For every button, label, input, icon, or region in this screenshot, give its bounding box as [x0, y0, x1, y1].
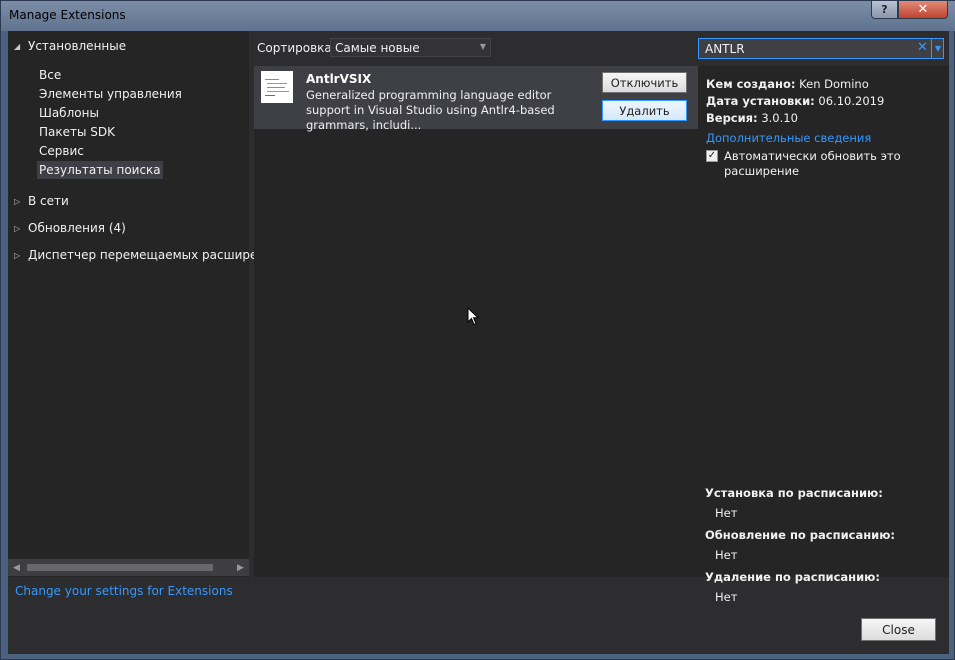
- help-icon: ?: [881, 3, 888, 16]
- extension-description: Generalized programming language editor …: [306, 88, 555, 132]
- search-input[interactable]: ANTLR ✕ ▼: [698, 38, 944, 59]
- window-title: Manage Extensions: [9, 8, 126, 22]
- close-icon: ✕: [917, 2, 929, 17]
- collapsed-arrow-icon[interactable]: ▷: [14, 197, 28, 206]
- change-settings-link[interactable]: Change your settings for Extensions: [15, 584, 233, 598]
- tree-node-label: Обновления (4): [28, 221, 126, 235]
- scheduled-update-label: Обновление по расписанию:: [705, 528, 895, 542]
- created-by: Кем создано: Ken Domino: [706, 77, 869, 91]
- category-tree: ◢ Установленные Все Элементы управления …: [8, 31, 273, 577]
- window-close-button[interactable]: ✕: [898, 1, 948, 19]
- sidebar-item-controls[interactable]: Элементы управления: [37, 85, 184, 103]
- sidebar-item-all[interactable]: Все: [37, 66, 63, 84]
- horizontal-scrollbar[interactable]: ◀ ▶: [8, 559, 249, 576]
- remove-button[interactable]: Удалить: [602, 100, 687, 121]
- chevron-down-icon: ▼: [479, 42, 486, 51]
- scheduled-install-label: Установка по расписанию:: [705, 486, 883, 500]
- extension-logo-icon: [261, 71, 293, 103]
- more-info-link[interactable]: Дополнительные сведения: [706, 131, 871, 145]
- install-date: Дата установки: 06.10.2019: [706, 94, 885, 108]
- tree-node-label: В сети: [28, 194, 69, 208]
- collapsed-arrow-icon[interactable]: ▷: [14, 224, 28, 233]
- extension-name: AntlrVSIX: [306, 72, 372, 86]
- sidebar-item-sdk[interactable]: Пакеты SDK: [37, 123, 117, 141]
- scheduled-remove-value: Нет: [715, 590, 738, 604]
- tree-node-label: Диспетчер перемещаемых расширени: [28, 248, 274, 262]
- tree-node-roaming[interactable]: ▷ Диспетчер перемещаемых расширени: [14, 248, 273, 262]
- auto-update-label[interactable]: Автоматически обновить это расширение: [724, 149, 924, 179]
- tree-node-label: Установленные: [28, 39, 127, 53]
- sort-dropdown[interactable]: Самые новые ▼: [330, 38, 491, 57]
- search-value: ANTLR: [705, 42, 745, 56]
- mouse-cursor-icon: [467, 307, 479, 326]
- checkmark-icon: ✓: [707, 150, 717, 161]
- sort-value: Самые новые: [335, 41, 420, 55]
- version: Версия: 3.0.10: [706, 111, 798, 125]
- extension-list-item[interactable]: AntlrVSIX Generalized programming langua…: [254, 66, 700, 132]
- scheduled-remove-label: Удаление по расписанию:: [705, 570, 880, 584]
- scrollbar-thumb[interactable]: [27, 564, 213, 571]
- sidebar-item-templates[interactable]: Шаблоны: [37, 104, 101, 122]
- sort-label: Сортировка:: [257, 41, 336, 55]
- tree-node-online[interactable]: ▷ В сети: [14, 194, 69, 208]
- scheduled-update-value: Нет: [715, 548, 738, 562]
- help-button[interactable]: ?: [871, 1, 898, 19]
- manage-extensions-window: Manage Extensions ? ✕ ◢ Установленные Вс…: [0, 0, 955, 660]
- auto-update-checkbox[interactable]: ✓: [706, 150, 718, 162]
- search-dropdown-icon[interactable]: ▼: [931, 39, 944, 58]
- extension-details: Кем создано: Ken Domino Дата установки: …: [698, 66, 949, 604]
- collapsed-arrow-icon[interactable]: ▷: [14, 251, 28, 260]
- tree-node-installed[interactable]: ◢ Установленные: [14, 39, 126, 53]
- sidebar-item-tools[interactable]: Сервис: [37, 142, 86, 160]
- tree-node-updates[interactable]: ▷ Обновления (4): [14, 221, 126, 235]
- title-bar[interactable]: Manage Extensions: [1, 1, 955, 31]
- dialog-content: ◢ Установленные Все Элементы управления …: [8, 31, 949, 654]
- clear-search-icon[interactable]: ✕: [917, 40, 928, 55]
- scroll-right-icon[interactable]: ▶: [232, 559, 249, 576]
- sidebar-item-search-results[interactable]: Результаты поиска: [37, 161, 163, 179]
- expanded-arrow-icon[interactable]: ◢: [14, 42, 28, 51]
- scroll-left-icon[interactable]: ◀: [8, 559, 25, 576]
- scheduled-install-value: Нет: [715, 506, 738, 520]
- close-button[interactable]: Close: [861, 618, 936, 641]
- disable-button[interactable]: Отключить: [602, 72, 687, 93]
